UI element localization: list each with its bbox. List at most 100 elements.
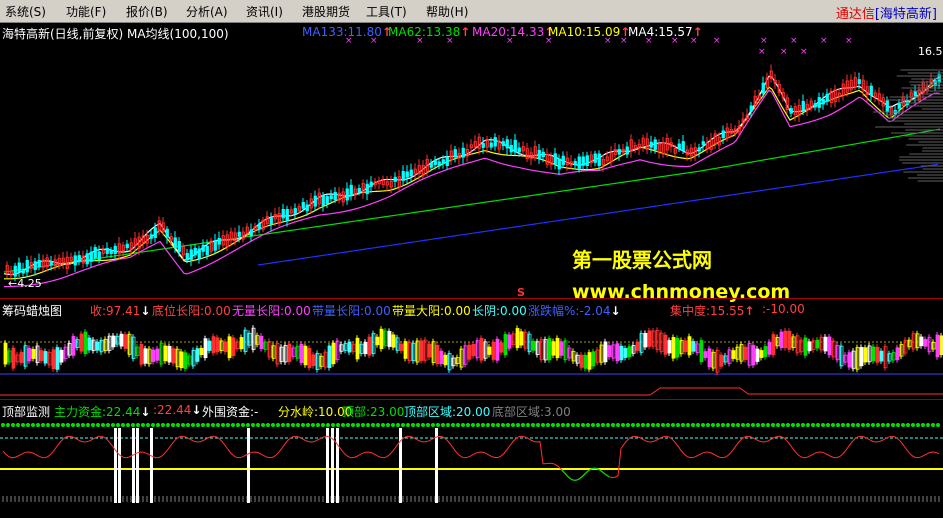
chip-candle-body — [507, 334, 512, 349]
chip-candle-body — [331, 342, 336, 365]
top-band-dot — [576, 423, 580, 427]
top-band-dot — [586, 423, 590, 427]
top-band-dot — [881, 423, 885, 427]
candle-body — [77, 255, 81, 263]
chart-canvas[interactable]: × × × × × × × × × × × × × × × ×× × × — [0, 22, 943, 515]
candle-body — [165, 228, 169, 238]
menu-hk-futures[interactable]: 港股期货 — [302, 3, 350, 20]
top-band-dot — [851, 423, 855, 427]
menu-analysis[interactable]: 分析(A) — [186, 3, 228, 20]
top-band-dot — [196, 423, 200, 427]
chip-candle-body — [11, 347, 16, 369]
chip-candle-body — [895, 347, 900, 361]
menu-news[interactable]: 资讯(I) — [246, 3, 283, 20]
top-band-dot — [656, 423, 660, 427]
chip-candle-body — [635, 341, 640, 351]
top-signal-bar — [336, 428, 339, 503]
top-band-dot — [636, 423, 640, 427]
chip-candle-body — [79, 333, 84, 352]
top-band-dot — [131, 423, 135, 427]
candle-body — [697, 147, 701, 152]
app-window: 系统(S) 功能(F) 报价(B) 分析(A) 资讯(I) 港股期货 工具(T)… — [0, 0, 943, 515]
trend-arrow-icon: ↓ — [140, 405, 151, 419]
chip-candle-body — [847, 352, 852, 368]
bottom-indicator-4: 顶部:23.00 — [342, 403, 404, 420]
top-band-dot — [406, 423, 410, 427]
menu-tools[interactable]: 工具(T) — [366, 3, 407, 20]
top-signal-bar — [114, 428, 117, 503]
candle-body — [581, 156, 585, 166]
candle-body — [501, 141, 505, 147]
top-band-dot — [371, 423, 375, 427]
top-band-dot — [856, 423, 860, 427]
menu-quote[interactable]: 报价(B) — [126, 3, 168, 20]
top-band-dot — [6, 423, 10, 427]
chip-candle-body — [95, 341, 100, 351]
top-band-dot — [76, 423, 80, 427]
chip-candle-body — [375, 336, 380, 346]
signal-marker-icon: × — [780, 47, 788, 57]
bottom-indicator-label: :22.44 — [153, 403, 192, 417]
top-band-dot — [846, 423, 850, 427]
chart-area[interactable]: × × × × × × × × × × × × × × × × × × × 海特高新(日线,前复权) MA均线(10… — [0, 22, 943, 515]
top-band-dot — [521, 423, 525, 427]
chip-candle-body — [579, 354, 584, 368]
chip-candle-body — [223, 341, 228, 352]
top-band-dot — [866, 423, 870, 427]
top-band-dot — [566, 423, 570, 427]
trend-arrow-icon: ↑ — [692, 25, 703, 39]
candle-body — [461, 147, 465, 158]
top-band-dot — [626, 423, 630, 427]
mid-indicator-label: 集中度:15.55 — [670, 304, 745, 318]
top-band-dot — [506, 423, 510, 427]
top-band-dot — [726, 423, 730, 427]
signal-marker-icon: × — [820, 36, 828, 46]
candle-body — [321, 195, 325, 207]
top-band-dot — [536, 423, 540, 427]
watermark-title: 第一股票公式网 — [572, 248, 712, 272]
top-band-dot — [256, 423, 260, 427]
candle-body — [653, 139, 657, 151]
candle-body — [281, 208, 285, 219]
bottom-indicator-5: 顶部区域:20.00 — [404, 403, 490, 420]
panel-divider-2[interactable] — [0, 399, 943, 400]
top-band-dot — [906, 423, 910, 427]
top-signal-bar — [118, 428, 121, 503]
top-band-dot — [491, 423, 495, 427]
top-band-dot — [96, 423, 100, 427]
price-low-label: ←4.25 — [8, 277, 42, 290]
candle-body — [409, 169, 413, 177]
chip-candle-body — [31, 349, 36, 359]
candle-body — [125, 243, 129, 249]
candle-body — [597, 153, 601, 166]
chip-candle-body — [403, 341, 408, 359]
candle-body — [349, 184, 353, 196]
chip-candle-body — [171, 348, 176, 364]
candle-body — [105, 247, 109, 254]
top-band-dot — [901, 423, 905, 427]
chip-candle-body — [399, 343, 404, 351]
chip-candle-body — [923, 339, 928, 347]
ma4-line — [3, 75, 941, 276]
candle-body — [73, 255, 77, 266]
panel-divider-1[interactable] — [0, 298, 943, 299]
chip-candle-body — [231, 337, 236, 356]
chip-candle-body — [387, 330, 392, 347]
candle-body — [217, 237, 221, 245]
bottom-indicator-label: 外围资金:- — [202, 405, 259, 419]
chip-candle-body — [87, 337, 92, 351]
top-band-dot — [66, 423, 70, 427]
candle-body — [393, 176, 397, 182]
top-band-dot — [431, 423, 435, 427]
candle-body — [481, 142, 485, 148]
chip-candle-body — [687, 336, 692, 356]
candle-body — [505, 139, 509, 149]
top-band-dot — [696, 423, 700, 427]
chip-candle-body — [83, 331, 88, 355]
menu-function[interactable]: 功能(F) — [66, 3, 106, 20]
menu-help[interactable]: 帮助(H) — [426, 3, 468, 20]
concentration-line — [0, 387, 943, 396]
top-band-dot — [736, 423, 740, 427]
top-band-dot — [896, 423, 900, 427]
menu-system[interactable]: 系统(S) — [5, 3, 46, 20]
